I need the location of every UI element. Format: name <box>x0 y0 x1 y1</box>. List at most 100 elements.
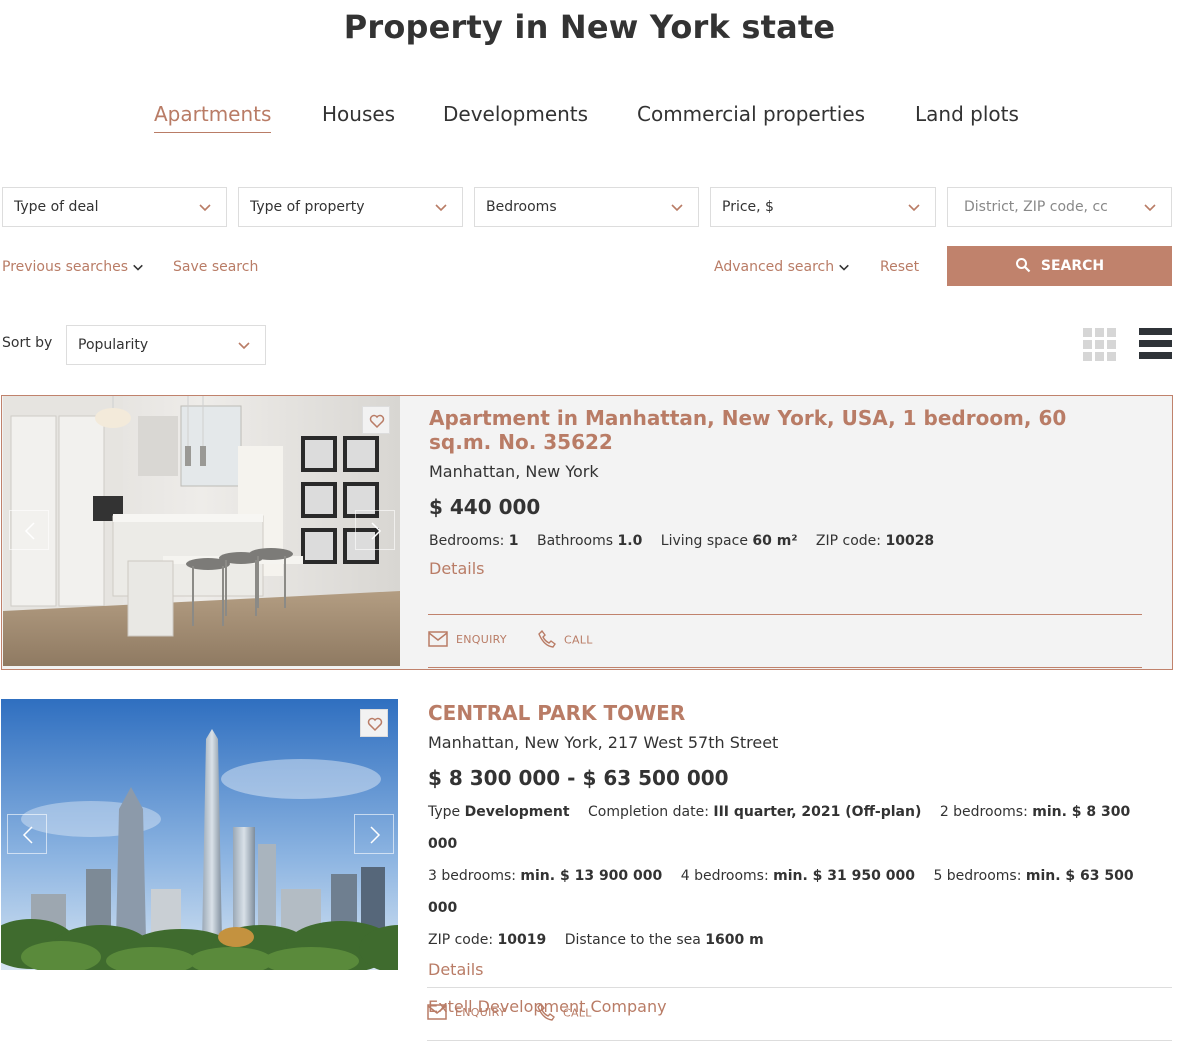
call-button[interactable]: CALL <box>538 629 593 648</box>
listing-card[interactable]: Apartment in Manhattan, New York, USA, 1… <box>1 395 1173 670</box>
prop-label: 4 bedrooms: <box>680 868 774 884</box>
reset-link[interactable]: Reset <box>880 259 919 275</box>
prop-label: Bathrooms <box>537 533 618 549</box>
call-label: CALL <box>563 1006 592 1020</box>
listing-properties-row: 3 bedrooms: min. $ 13 900 000 4 bedrooms… <box>428 860 1173 924</box>
prop-label: Completion date: <box>587 804 714 820</box>
type-of-deal-select[interactable]: Type of deal <box>2 187 227 227</box>
photo-next-button[interactable] <box>354 814 394 854</box>
details-link[interactable]: Details <box>429 559 1129 578</box>
type-of-property-select[interactable]: Type of property <box>238 187 463 227</box>
chevron-left-icon <box>22 826 33 844</box>
listing-properties: Bedrooms: 1 Bathrooms 1.0 Living space 6… <box>429 525 1129 557</box>
prop-label: 2 bedrooms: <box>939 804 1033 820</box>
enquiry-button[interactable]: ENQUIRY <box>427 1003 506 1020</box>
listing-properties-row: ZIP code: 10019 Distance to the sea 1600… <box>428 924 1173 956</box>
call-button[interactable]: CALL <box>537 1002 592 1021</box>
prop-value: 10028 <box>885 533 935 549</box>
listing-actions: ENQUIRY CALL <box>427 987 1172 1041</box>
favorite-button[interactable] <box>360 709 388 737</box>
grid-view-icon <box>1083 328 1116 361</box>
phone-icon <box>538 629 556 648</box>
search-button-label: SEARCH <box>1040 258 1105 274</box>
search-button[interactable]: SEARCH <box>947 246 1172 286</box>
search-icon <box>1015 257 1031 272</box>
prop-value: III quarter, 2021 (Off-plan) <box>713 804 922 820</box>
listing-price: $ 8 300 000 - $ 63 500 000 <box>428 766 729 790</box>
location-input[interactable]: District, ZIP code, cc <box>947 187 1172 227</box>
listing-card[interactable]: CENTRAL PARK TOWER Manhattan, New York, … <box>1 699 1173 1048</box>
prop-label: 3 bedrooms: <box>428 868 521 884</box>
details-link[interactable]: Details <box>428 960 1173 979</box>
prop-label: Type <box>428 804 465 820</box>
chevron-down-icon <box>671 204 683 212</box>
type-of-property-label: Type of property <box>250 199 365 215</box>
mail-icon <box>428 630 448 647</box>
advanced-search-label: Advanced search <box>714 259 835 275</box>
prop-label: ZIP code: <box>815 533 886 549</box>
chevron-down-icon <box>908 204 920 212</box>
enquiry-button[interactable]: ENQUIRY <box>428 630 507 647</box>
sort-label: Sort by <box>2 335 53 351</box>
kitchen-photo <box>3 396 400 666</box>
previous-searches-link[interactable]: Previous searches <box>2 259 144 275</box>
prop-label: ZIP code: <box>428 932 498 948</box>
tab-land-plots[interactable]: Land plots <box>915 102 1019 126</box>
prop-value: 1 <box>508 533 519 549</box>
enquiry-label: ENQUIRY <box>456 633 507 646</box>
mail-icon <box>427 1003 447 1020</box>
listing-title[interactable]: CENTRAL PARK TOWER <box>428 701 1128 725</box>
heart-icon <box>369 414 385 429</box>
list-view-icon <box>1139 328 1172 359</box>
page-title: Property in New York state <box>343 8 836 46</box>
listing-photo-skyline[interactable] <box>1 699 398 970</box>
skyline-photo <box>1 699 398 970</box>
chevron-down-icon <box>1144 204 1156 212</box>
price-label: Price, $ <box>722 199 774 215</box>
prop-value: 10019 <box>497 932 547 948</box>
sort-select[interactable]: Popularity <box>66 325 266 365</box>
chevron-right-icon <box>371 522 382 540</box>
list-view-button[interactable] <box>1139 328 1173 362</box>
listing-photo-kitchen[interactable] <box>3 396 400 666</box>
prop-value: min. $ 31 950 000 <box>773 868 915 884</box>
tab-commercial-properties[interactable]: Commercial properties <box>637 102 865 126</box>
bedrooms-label: Bedrooms <box>486 199 557 215</box>
chevron-left-icon <box>24 522 35 540</box>
chevron-down-icon <box>839 264 849 271</box>
tab-apartments[interactable]: Apartments <box>154 102 272 133</box>
prop-label: Bedrooms: <box>429 533 509 549</box>
phone-icon <box>537 1002 555 1021</box>
chevron-right-icon <box>370 826 381 844</box>
save-search-link[interactable]: Save search <box>173 259 258 275</box>
listing-price: $ 440 000 <box>429 495 541 519</box>
type-of-deal-label: Type of deal <box>14 199 99 215</box>
bedrooms-select[interactable]: Bedrooms <box>474 187 699 227</box>
listing-title[interactable]: Apartment in Manhattan, New York, USA, 1… <box>429 406 1129 454</box>
photo-prev-button[interactable] <box>9 510 49 550</box>
chevron-down-icon <box>133 264 143 271</box>
previous-searches-label: Previous searches <box>2 259 129 275</box>
tab-developments[interactable]: Developments <box>443 102 588 126</box>
chevron-down-icon <box>238 342 250 350</box>
prop-value: Development <box>464 804 570 820</box>
photo-next-button[interactable] <box>355 510 395 550</box>
listing-location: Manhattan, New York <box>429 462 599 481</box>
price-select[interactable]: Price, $ <box>710 187 936 227</box>
heart-icon <box>367 717 383 732</box>
prop-value: 60 m² <box>752 533 798 549</box>
listing-properties-row: Type Development Completion date: III qu… <box>428 796 1173 860</box>
grid-view-button[interactable] <box>1083 328 1117 362</box>
location-placeholder: District, ZIP code, cc <box>964 199 1108 215</box>
prop-label: Living space <box>660 533 753 549</box>
prop-value: 1.0 <box>617 533 643 549</box>
call-label: CALL <box>564 633 593 647</box>
tab-houses[interactable]: Houses <box>322 102 395 126</box>
photo-prev-button[interactable] <box>7 814 47 854</box>
prop-label: Distance to the sea <box>564 932 706 948</box>
prop-label: 5 bedrooms: <box>933 868 1026 884</box>
prop-value: min. $ 13 900 000 <box>520 868 663 884</box>
advanced-search-link[interactable]: Advanced search <box>714 259 850 275</box>
chevron-down-icon <box>199 204 211 212</box>
favorite-button[interactable] <box>362 406 390 434</box>
